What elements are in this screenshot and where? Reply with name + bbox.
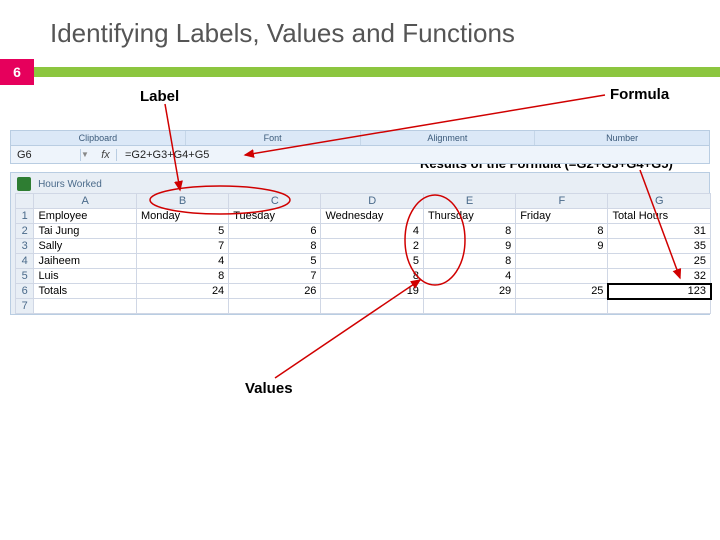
table-row: 4 Jaiheem 4 5 5 8 25 [16, 254, 711, 269]
cell[interactable] [229, 299, 321, 314]
cell[interactable] [136, 299, 228, 314]
row-header[interactable]: 7 [16, 299, 34, 314]
col-header-b[interactable]: B [136, 194, 228, 209]
cell[interactable]: 2 [321, 239, 424, 254]
annotation-formula: Formula [610, 86, 669, 103]
table-row: 2 Tai Jung 5 6 4 8 8 31 [16, 224, 711, 239]
slide-number: 6 [0, 59, 34, 85]
formula-bar: G6 ▼ fx =G2+G3+G4+G5 [10, 146, 710, 164]
cell[interactable]: 8 [516, 224, 608, 239]
col-header-c[interactable]: C [229, 194, 321, 209]
cell[interactable]: 7 [136, 239, 228, 254]
name-box-dropdown-icon[interactable]: ▼ [81, 150, 95, 159]
excel-file-icon [17, 177, 31, 191]
cell[interactable]: 35 [608, 239, 711, 254]
cell[interactable]: 25 [516, 284, 608, 299]
ribbon-group-font: Font [186, 131, 361, 145]
cell[interactable] [608, 299, 711, 314]
spreadsheet-grid[interactable]: A B C D E F G 1 Employee Monday Tuesday … [15, 193, 711, 314]
annotation-values: Values [245, 380, 293, 397]
ribbon-groups: Clipboard Font Alignment Number [10, 130, 710, 146]
cell[interactable]: 8 [321, 269, 424, 284]
ribbon-group-number: Number [535, 131, 709, 145]
col-header-a[interactable]: A [34, 194, 137, 209]
cell[interactable]: 5 [136, 224, 228, 239]
row-header[interactable]: 5 [16, 269, 34, 284]
cell[interactable]: Monday [136, 209, 228, 224]
row-header[interactable]: 2 [16, 224, 34, 239]
cell[interactable]: 32 [608, 269, 711, 284]
slide-title: Identifying Labels, Values and Functions [0, 0, 720, 59]
table-row: 3 Sally 7 8 2 9 9 35 [16, 239, 711, 254]
col-header-e[interactable]: E [423, 194, 515, 209]
cell[interactable]: Totals [34, 284, 137, 299]
cell[interactable]: 4 [423, 269, 515, 284]
cell[interactable] [423, 299, 515, 314]
cell[interactable] [34, 299, 137, 314]
cell[interactable] [516, 269, 608, 284]
cell[interactable] [321, 299, 424, 314]
cell[interactable]: 9 [516, 239, 608, 254]
row-header[interactable]: 6 [16, 284, 34, 299]
ribbon-group-clipboard: Clipboard [11, 131, 186, 145]
table-row: 1 Employee Monday Tuesday Wednesday Thur… [16, 209, 711, 224]
cell[interactable]: 7 [229, 269, 321, 284]
cell[interactable]: 8 [136, 269, 228, 284]
cell[interactable]: 4 [136, 254, 228, 269]
formula-input[interactable]: =G2+G3+G4+G5 [117, 149, 709, 161]
cell[interactable]: 31 [608, 224, 711, 239]
cell[interactable]: Sally [34, 239, 137, 254]
cell[interactable]: Total Hours [608, 209, 711, 224]
cell[interactable]: 6 [229, 224, 321, 239]
cell[interactable] [516, 254, 608, 269]
name-box[interactable]: G6 [11, 149, 81, 161]
cell[interactable]: Luis [34, 269, 137, 284]
ribbon-group-alignment: Alignment [361, 131, 536, 145]
cell[interactable]: 25 [608, 254, 711, 269]
accent-bar: 6 [0, 59, 720, 85]
cell[interactable]: Jaiheem [34, 254, 137, 269]
row-header[interactable]: 4 [16, 254, 34, 269]
cell[interactable]: Friday [516, 209, 608, 224]
row-header[interactable]: 3 [16, 239, 34, 254]
cell[interactable]: 5 [229, 254, 321, 269]
select-all-corner[interactable] [16, 194, 34, 209]
col-header-g[interactable]: G [608, 194, 711, 209]
cell[interactable]: 19 [321, 284, 424, 299]
cell[interactable]: 26 [229, 284, 321, 299]
cell[interactable]: 24 [136, 284, 228, 299]
table-row: 5 Luis 8 7 8 4 32 [16, 269, 711, 284]
excel-screenshot: Clipboard Font Alignment Number G6 ▼ fx … [10, 130, 710, 315]
cell[interactable] [516, 299, 608, 314]
cell[interactable]: 9 [423, 239, 515, 254]
cell[interactable]: Employee [34, 209, 137, 224]
table-row: 6 Totals 24 26 19 29 25 123 [16, 284, 711, 299]
col-header-d[interactable]: D [321, 194, 424, 209]
cell[interactable]: 8 [229, 239, 321, 254]
cell[interactable]: Wednesday [321, 209, 424, 224]
cell[interactable]: 4 [321, 224, 424, 239]
annotation-label: Label [140, 88, 179, 105]
workbook-window: Hours Worked A B C D E F G 1 Employee Mo… [10, 172, 710, 315]
green-bar [34, 67, 720, 77]
cell[interactable]: 8 [423, 254, 515, 269]
cell[interactable]: Thursday [423, 209, 515, 224]
cell[interactable]: 8 [423, 224, 515, 239]
cell[interactable]: Tai Jung [34, 224, 137, 239]
cell-selected[interactable]: 123 [608, 284, 711, 299]
fx-icon[interactable]: fx [95, 149, 117, 161]
row-header[interactable]: 1 [16, 209, 34, 224]
cell[interactable]: 29 [423, 284, 515, 299]
cell[interactable]: Tuesday [229, 209, 321, 224]
workbook-title: Hours Worked [34, 179, 102, 190]
cell[interactable]: 5 [321, 254, 424, 269]
col-header-f[interactable]: F [516, 194, 608, 209]
table-row: 7 [16, 299, 711, 314]
